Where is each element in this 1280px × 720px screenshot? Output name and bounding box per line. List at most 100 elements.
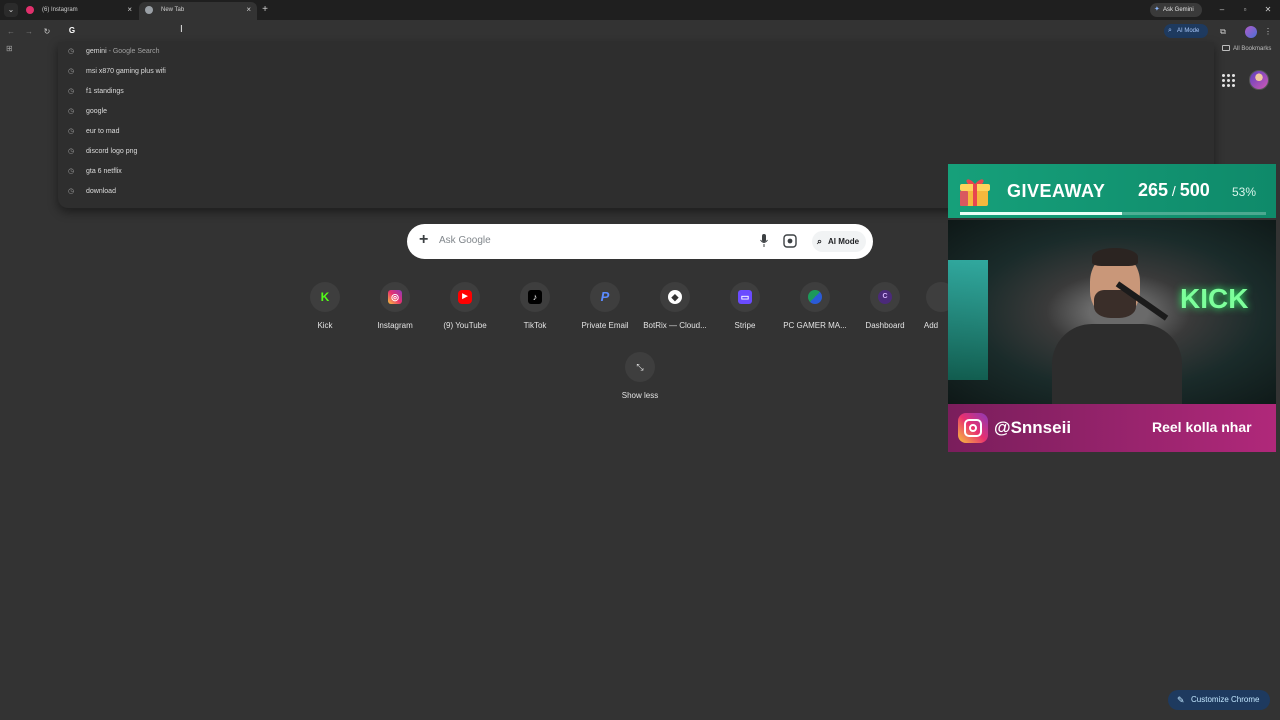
forward-icon[interactable]: → bbox=[22, 25, 36, 39]
shortcut-youtube[interactable]: ▶ (9) YouTube bbox=[430, 280, 500, 336]
giveaway-progress-track bbox=[960, 212, 1266, 215]
search-placeholder[interactable]: Ask Google bbox=[439, 235, 491, 246]
shortcut-tile: ◎ bbox=[380, 282, 410, 312]
maximize-icon[interactable]: ▫ bbox=[1238, 3, 1252, 17]
suggestion-text: google bbox=[86, 108, 108, 115]
shortcut-tile bbox=[800, 282, 830, 312]
shortcut-private-email[interactable]: P Private Email bbox=[570, 280, 640, 336]
google-g-icon: G bbox=[68, 26, 76, 35]
all-bookmarks-button[interactable]: All Bookmarks bbox=[1222, 45, 1271, 52]
giveaway-title: GIVEAWAY bbox=[1007, 181, 1106, 201]
shortcut-instagram[interactable]: ◎ Instagram bbox=[360, 280, 430, 336]
history-clock-icon: ◷ bbox=[68, 168, 75, 175]
tab-instagram[interactable]: (6) Instagram × bbox=[20, 2, 138, 20]
stream-overlay: GIVEAWAY 265 / 500 53% KICK @Snnseii Ree… bbox=[948, 164, 1276, 452]
show-less-button[interactable]: ⤡ Show less bbox=[620, 350, 660, 402]
profile-avatar-small[interactable] bbox=[1245, 26, 1257, 38]
shortcut-label: TikTok bbox=[523, 321, 547, 330]
shortcut-tiktok[interactable]: ♪ TikTok bbox=[500, 280, 570, 336]
instagram-banner: @Snnseii Reel kolla nhar bbox=[948, 404, 1276, 452]
suggestion-text: discord logo png bbox=[86, 148, 138, 155]
ask-gemini-label: Ask Gemini bbox=[1163, 7, 1194, 13]
shortcut-tile: P bbox=[590, 282, 620, 312]
suggestion-item[interactable]: ◷ google bbox=[58, 102, 1214, 122]
ai-search-icon: ⌕ bbox=[1168, 27, 1172, 34]
suggestion-text: download bbox=[86, 188, 116, 195]
suggestion-item[interactable]: ◷ discord logo png bbox=[58, 142, 1214, 162]
webcam-feed: KICK bbox=[948, 220, 1276, 404]
suggestion-item[interactable]: ◷ gemini - Google Search bbox=[58, 42, 1214, 62]
history-clock-icon: ◷ bbox=[68, 148, 75, 155]
history-clock-icon: ◷ bbox=[68, 188, 75, 195]
google-apps-icon[interactable] bbox=[1222, 74, 1236, 88]
shortcut-tile: ◆ bbox=[660, 282, 690, 312]
neon-kick-sign: KICK bbox=[1180, 283, 1249, 314]
google-search-box[interactable]: + Ask Google ⌕ AI Mode bbox=[407, 224, 873, 259]
pencil-icon: ✎ bbox=[1177, 695, 1185, 705]
shortcut-tile: ▶ bbox=[450, 282, 480, 312]
shortcut-tile: ♪ bbox=[520, 282, 550, 312]
google-lens-icon[interactable] bbox=[783, 234, 797, 248]
shortcut-label: BotRix — Cloud... bbox=[643, 321, 707, 330]
tab-title: New Tab bbox=[161, 7, 185, 13]
suggestion-item[interactable]: ◷ msi x870 gaming plus wifi bbox=[58, 62, 1214, 82]
shortcut-tile: K bbox=[310, 282, 340, 312]
youtube-logo-icon: ▶ bbox=[458, 290, 472, 304]
suggestion-item[interactable]: ◷ eur to mad bbox=[58, 122, 1214, 142]
customize-label: Customize Chrome bbox=[1191, 695, 1260, 704]
all-bookmarks-label: All Bookmarks bbox=[1233, 46, 1272, 52]
shortcut-add[interactable]: Add bbox=[914, 280, 948, 336]
shortcut-label: Kick bbox=[317, 321, 333, 330]
ai-mode-chip[interactable]: ⌕ AI Mode bbox=[1164, 24, 1208, 38]
ask-gemini-button[interactable]: ✦ Ask Gemini bbox=[1150, 3, 1202, 17]
customize-chrome-button[interactable]: ✎ Customize Chrome bbox=[1168, 690, 1270, 710]
folder-icon bbox=[1222, 45, 1230, 51]
history-clock-icon: ◷ bbox=[68, 128, 75, 135]
close-tab-icon[interactable]: × bbox=[127, 2, 132, 18]
shortcut-label: Dashboard bbox=[865, 321, 905, 330]
minimize-icon[interactable]: – bbox=[1215, 3, 1229, 17]
microphone-icon[interactable] bbox=[760, 234, 768, 248]
stripe-logo-icon: ▭ bbox=[738, 290, 752, 304]
reload-icon[interactable]: ↻ bbox=[40, 25, 54, 39]
streamer bbox=[1052, 238, 1182, 404]
suggestion-item[interactable]: ◷ f1 standings bbox=[58, 82, 1214, 102]
count-separator: / bbox=[1168, 183, 1180, 199]
shortcut-label: PC GAMER MA... bbox=[783, 321, 847, 330]
tab-search-button[interactable]: ⌄ bbox=[4, 3, 18, 17]
instagram-handle: @Snnseii bbox=[994, 418, 1072, 437]
new-tab-button[interactable]: + bbox=[258, 3, 272, 17]
close-tab-icon[interactable]: × bbox=[246, 2, 251, 18]
ai-mode-button[interactable]: ⌕ AI Mode bbox=[812, 231, 866, 252]
tab-new-tab[interactable]: New Tab × bbox=[139, 2, 257, 20]
gift-box-icon bbox=[960, 179, 990, 206]
chrome-favicon-icon bbox=[145, 6, 153, 14]
shortcut-stripe[interactable]: ▭ Stripe bbox=[710, 280, 780, 336]
menu-kebab-icon[interactable]: ⋮ bbox=[1261, 25, 1275, 39]
back-icon[interactable]: ← bbox=[4, 25, 18, 39]
suggestion-subtext: - Google Search bbox=[106, 48, 160, 55]
shortcut-dashboard[interactable]: C Dashboard bbox=[850, 280, 920, 336]
giveaway-banner: GIVEAWAY 265 / 500 53% bbox=[948, 164, 1276, 218]
shortcut-label: Stripe bbox=[734, 321, 756, 330]
private-email-logo-icon: P bbox=[600, 289, 610, 304]
gemini-spark-icon: ✦ bbox=[1154, 6, 1160, 13]
shortcut-pc-gamer[interactable]: PC GAMER MA... bbox=[780, 280, 850, 336]
giveaway-progress-fill bbox=[960, 212, 1123, 215]
shortcut-kick[interactable]: K Kick bbox=[290, 280, 360, 336]
extensions-icon[interactable]: ⧉ bbox=[1216, 25, 1230, 39]
ai-search-icon: ⌕ bbox=[817, 236, 823, 246]
account-avatar[interactable] bbox=[1249, 70, 1269, 90]
shortcut-botrix[interactable]: ◆ BotRix — Cloud... bbox=[640, 280, 710, 336]
collapse-icon: ⤡ bbox=[625, 352, 655, 382]
giveaway-count: 265 / 500 bbox=[1138, 180, 1210, 201]
shortcut-label: (9) YouTube bbox=[443, 321, 487, 330]
apps-shortcut-icon[interactable]: ⊞ bbox=[6, 44, 13, 53]
instagram-logo-icon: ◎ bbox=[388, 290, 402, 304]
close-window-icon[interactable]: ✕ bbox=[1261, 3, 1275, 17]
suggestion-text: gta 6 netflix bbox=[86, 168, 122, 175]
tab-title: (6) Instagram bbox=[42, 7, 78, 13]
suggestion-text: eur to mad bbox=[86, 128, 120, 135]
plus-icon[interactable]: + bbox=[419, 231, 428, 249]
pc-gamer-logo-icon bbox=[808, 290, 822, 304]
